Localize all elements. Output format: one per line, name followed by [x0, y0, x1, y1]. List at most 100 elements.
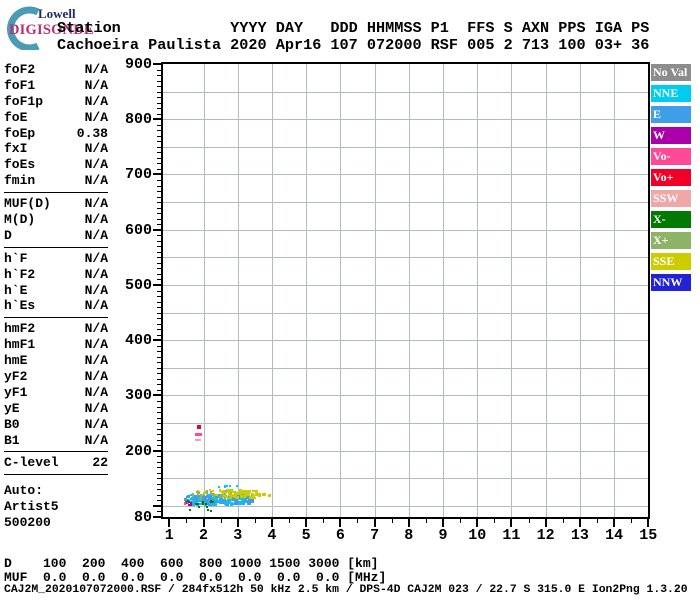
x-major-tick: [236, 519, 239, 527]
x-minor-tick: [425, 519, 427, 523]
legend-item-x: X+: [651, 232, 691, 249]
parameter-group: foF2 N/A foF1 N/A foF1p N/A foE N/A foEp 0.38 fxI N…: [4, 62, 108, 194]
param-value-md: N/A: [84, 212, 108, 228]
param-row-yf1: yF1 N/A: [4, 385, 108, 401]
param-value-fof2: N/A: [84, 62, 108, 77]
gridline-horizontal: [163, 119, 648, 121]
param-value-fof1p: N/A: [84, 93, 108, 109]
param-row-artist5: Artist5: [4, 499, 108, 515]
param-value-fxi: N/A: [84, 141, 108, 157]
legend-item-vo: Vo+: [651, 169, 691, 186]
param-row-hmf2: hmF2 N/A: [4, 321, 108, 337]
parameter-panel: foF2 N/A foF1 N/A foF1p N/A foE N/A foEp 0.38 fxI N…: [4, 62, 108, 537]
gridline-vertical: [545, 64, 547, 517]
echo-dot-x: [224, 496, 227, 499]
echo-dot-nne: [192, 499, 195, 502]
legend-item-vo: Vo-: [651, 148, 691, 165]
echo-dot-nne: [218, 485, 221, 488]
param-row-ye: yE N/A: [4, 401, 108, 417]
x-axis-label: 15: [639, 527, 658, 544]
gridline-vertical: [477, 64, 479, 517]
echo-dot-sse: [230, 493, 234, 496]
gridline-horizontal: [163, 450, 648, 452]
y-axis-label: 300: [124, 387, 152, 405]
param-value-he: N/A: [84, 282, 108, 298]
y-axis-label: 200: [124, 442, 152, 460]
gridline-horizontal: [163, 202, 648, 204]
digisonde-ionogram-viewer: Lowell DIGISONDE Station YYYY DAY DDD HH…: [0, 0, 700, 600]
x-major-tick: [510, 519, 513, 527]
x-axis-label: 4: [267, 527, 277, 544]
param-row-fof1: foF1 N/A: [4, 78, 108, 94]
param-label-md: M(D): [4, 212, 36, 228]
echo-dot-nne: [242, 498, 244, 501]
echo-dot-sse: [211, 490, 214, 492]
param-label-hf: h`F: [4, 250, 28, 266]
echo-dot-x: [225, 490, 228, 492]
param-value-hme: N/A: [84, 353, 108, 369]
y-axis-label: 80: [133, 508, 152, 526]
distance-row: D 100 200 400 600 800 1000 1500 3000 [km…: [4, 556, 379, 571]
param-value-b0: N/A: [84, 416, 108, 432]
param-value-hmf1: N/A: [84, 337, 108, 353]
x-axis-label: 14: [605, 527, 624, 544]
echo-dot-x: [206, 490, 209, 493]
echo-dot-nne: [231, 504, 234, 506]
param-label-hmf1: hmF1: [4, 337, 36, 353]
param-row-fof1p: foF1p N/A: [4, 94, 108, 110]
x-axis-label: 11: [502, 527, 521, 544]
x-major-tick: [442, 519, 444, 527]
gridline-horizontal: [163, 423, 648, 425]
echo-dot-sse: [241, 490, 245, 492]
param-label-hf2: h`F2: [4, 266, 36, 282]
param-label-foe: foE: [4, 109, 28, 125]
header-station-values: Cachoeira Paulista 2020 Apr16 107 072000…: [57, 35, 650, 54]
echo-dot-x: [189, 509, 191, 511]
gridline-horizontal: [163, 312, 648, 314]
param-label-foes: foEs: [4, 157, 36, 173]
echo-dot-sse: [203, 491, 205, 494]
x-axis-label: 3: [233, 527, 243, 544]
gridline-vertical: [614, 64, 616, 517]
param-value-yf2: N/A: [84, 369, 108, 385]
param-value-yf1: N/A: [84, 384, 108, 400]
echo-dot-w: [188, 504, 191, 507]
param-label-clevel: C-level: [4, 455, 59, 471]
gridline-horizontal: [163, 284, 648, 286]
legend-item-nnw: NNW: [651, 274, 691, 291]
x-minor-tick: [323, 519, 325, 523]
parameter-group: hmF2 N/A hmF1 N/A hmE N/A yF2 N/A yF1 N/A yE N/A B0 N…: [4, 321, 108, 453]
echo-dot-sse: [251, 492, 254, 495]
echo-dot-x: [219, 494, 222, 497]
param-row-md: M(D) N/A: [4, 212, 108, 228]
echo-dot-nne: [225, 485, 228, 488]
param-row-foep: foEp 0.38: [4, 126, 108, 142]
echo-dot-nne: [230, 501, 233, 504]
gridline-vertical: [271, 64, 273, 517]
echo-dot-w: [190, 503, 192, 506]
x-major-tick: [647, 519, 650, 527]
param-label-fof2: foF2: [4, 62, 36, 77]
param-row-clevel: C-level 22: [4, 455, 108, 471]
x-axis-label: 7: [370, 527, 380, 544]
param-row-hf: h`F N/A: [4, 251, 108, 267]
gridline-vertical: [237, 64, 239, 517]
x-minor-tick: [494, 519, 496, 523]
param-label-artist5: Artist5: [4, 499, 59, 515]
gridline-horizontal: [163, 340, 648, 342]
y-axis-label: 900: [124, 56, 152, 73]
gridline-vertical: [203, 64, 205, 517]
echo-dot-nne: [227, 502, 230, 505]
echo-dot-sse: [248, 490, 252, 493]
x-major-tick: [168, 519, 171, 527]
echo-dot-x: [200, 498, 203, 501]
echo-dot-e: [233, 503, 237, 506]
param-value-foe: N/A: [84, 109, 108, 125]
x-axis-label: 12: [536, 527, 555, 544]
x-major-tick: [407, 519, 410, 527]
param-value-ye: N/A: [84, 400, 108, 416]
echo-dot-x: [206, 506, 209, 509]
echo-dot-x: [223, 492, 226, 495]
param-value-fmin: N/A: [84, 173, 108, 189]
header-column-titles: Station YYYY DAY DDD HHMMSS P1 FFS S AXN…: [57, 19, 650, 37]
